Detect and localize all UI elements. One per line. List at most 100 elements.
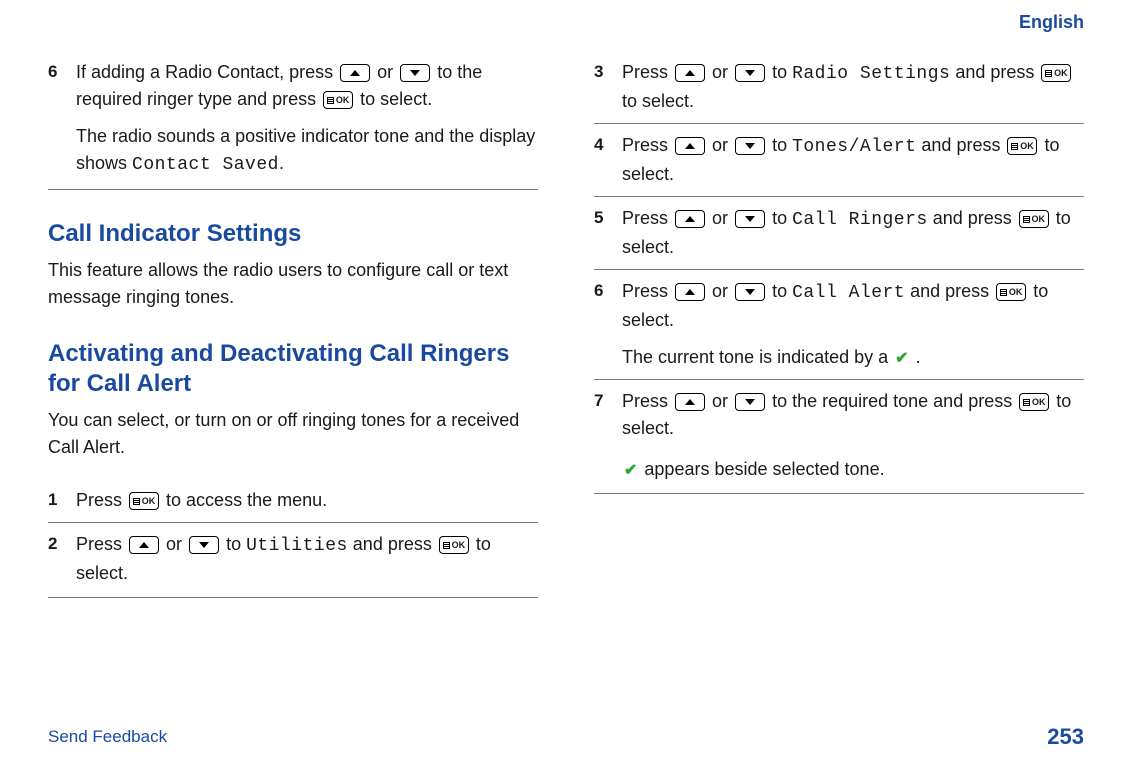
text: or	[166, 534, 187, 554]
text: to the required tone and press	[772, 391, 1017, 411]
code-text: Call Alert	[792, 283, 905, 303]
step-number: 6	[594, 278, 622, 371]
step-number: 4	[594, 132, 622, 188]
text: to	[772, 62, 792, 82]
text: Press	[622, 208, 673, 228]
section-heading: Call Indicator Settings	[48, 219, 538, 249]
step-body: Press or to Call Ringers and press OK to…	[622, 205, 1084, 261]
step-text: Press or to Call Alert and press OK to s…	[622, 278, 1084, 334]
step-number: 3	[594, 59, 622, 115]
text: If adding a Radio Contact, press	[76, 62, 338, 82]
step-number: 2	[48, 531, 76, 587]
ok-button-icon: OK	[129, 492, 159, 510]
down-button-icon	[400, 64, 430, 82]
text: Press	[622, 135, 673, 155]
text: and press	[928, 208, 1017, 228]
step-text: The current tone is indicated by a ✔ .	[622, 344, 1084, 371]
text: to	[772, 135, 792, 155]
up-button-icon	[129, 536, 159, 554]
down-button-icon	[735, 137, 765, 155]
text: or	[712, 135, 733, 155]
ok-button-icon: OK	[1041, 64, 1071, 82]
text: or	[377, 62, 398, 82]
code-text: Tones/Alert	[792, 137, 916, 157]
code-text: Utilities	[246, 536, 348, 556]
code-text: Radio Settings	[792, 64, 950, 84]
divider	[48, 189, 538, 191]
send-feedback-link[interactable]: Send Feedback	[48, 727, 167, 747]
down-button-icon	[735, 64, 765, 82]
step-number: 5	[594, 205, 622, 261]
text: to	[772, 208, 792, 228]
ok-button-icon: OK	[1007, 137, 1037, 155]
text: to	[772, 281, 792, 301]
text: or	[712, 281, 733, 301]
page-number: 253	[1047, 724, 1084, 750]
step-body: If adding a Radio Contact, press or to t…	[76, 59, 538, 179]
step-item: 6 Press or to Call Alert and press OK to…	[594, 269, 1084, 379]
step-item: 4 Press or to Tones/Alert and press OK t…	[594, 123, 1084, 196]
step-body: Press OK to access the menu.	[76, 487, 538, 514]
text: or	[712, 62, 733, 82]
up-button-icon	[675, 393, 705, 411]
content-columns: 6 If adding a Radio Contact, press or to…	[48, 51, 1084, 671]
step-text: The radio sounds a positive indicator to…	[76, 123, 538, 179]
text: .	[911, 347, 921, 367]
divider	[594, 493, 1084, 495]
up-button-icon	[675, 210, 705, 228]
up-button-icon	[675, 283, 705, 301]
text: .	[279, 153, 284, 173]
ok-button-icon: OK	[439, 536, 469, 554]
text: The current tone is indicated by a	[622, 347, 893, 367]
text: to	[226, 534, 246, 554]
document-page: English 6 If adding a Radio Contact, pre…	[0, 0, 1132, 762]
step-number: 1	[48, 487, 76, 514]
text: to select.	[622, 91, 694, 111]
ok-button-icon: OK	[996, 283, 1026, 301]
step-item: 3 Press or to Radio Settings and press O…	[594, 51, 1084, 123]
section-intro: This feature allows the radio users to c…	[48, 257, 538, 311]
section-intro: You can select, or turn on or off ringin…	[48, 407, 538, 461]
up-button-icon	[675, 137, 705, 155]
step-item: 1 Press OK to access the menu.	[48, 479, 538, 522]
up-button-icon	[675, 64, 705, 82]
checkmark-icon: ✔	[895, 347, 908, 371]
text: and press	[905, 281, 994, 301]
code-text: Contact Saved	[132, 155, 279, 175]
step-body: Press or to the required tone and press …	[622, 388, 1084, 483]
step-item: 7 Press or to the required tone and pres…	[594, 379, 1084, 491]
code-text: Call Ringers	[792, 210, 928, 230]
step-body: Press or to Radio Settings and press OK …	[622, 59, 1084, 115]
text: Press	[76, 534, 127, 554]
step-item: 6 If adding a Radio Contact, press or to…	[48, 51, 538, 187]
step-text: ✔ appears beside selected tone.	[622, 456, 1084, 483]
text: Press	[76, 490, 127, 510]
text: and press	[916, 135, 1005, 155]
step-number: 6	[48, 59, 76, 179]
step-body: Press or to Utilities and press OK to se…	[76, 531, 538, 587]
step-number: 7	[594, 388, 622, 483]
step-item: 2 Press or to Utilities and press OK to …	[48, 522, 538, 595]
text: Press	[622, 281, 673, 301]
ok-button-icon: OK	[323, 91, 353, 109]
text: and press	[950, 62, 1039, 82]
step-body: Press or to Tones/Alert and press OK to …	[622, 132, 1084, 188]
text: to access the menu.	[166, 490, 327, 510]
ok-button-icon: OK	[1019, 393, 1049, 411]
up-button-icon	[340, 64, 370, 82]
left-column: 6 If adding a Radio Contact, press or to…	[48, 51, 538, 671]
step-text: Press or to the required tone and press …	[622, 388, 1084, 442]
ok-button-icon: OK	[1019, 210, 1049, 228]
step-body: Press or to Call Alert and press OK to s…	[622, 278, 1084, 371]
language-label: English	[48, 12, 1084, 33]
text: Press	[622, 62, 673, 82]
text: and press	[348, 534, 437, 554]
text: or	[712, 391, 733, 411]
checkmark-icon: ✔	[624, 459, 637, 483]
text: Press	[622, 391, 673, 411]
right-column: 3 Press or to Radio Settings and press O…	[594, 51, 1084, 671]
step-item: 5 Press or to Call Ringers and press OK …	[594, 196, 1084, 269]
step-text: If adding a Radio Contact, press or to t…	[76, 59, 538, 113]
page-footer: Send Feedback 253	[48, 724, 1084, 750]
text: or	[712, 208, 733, 228]
